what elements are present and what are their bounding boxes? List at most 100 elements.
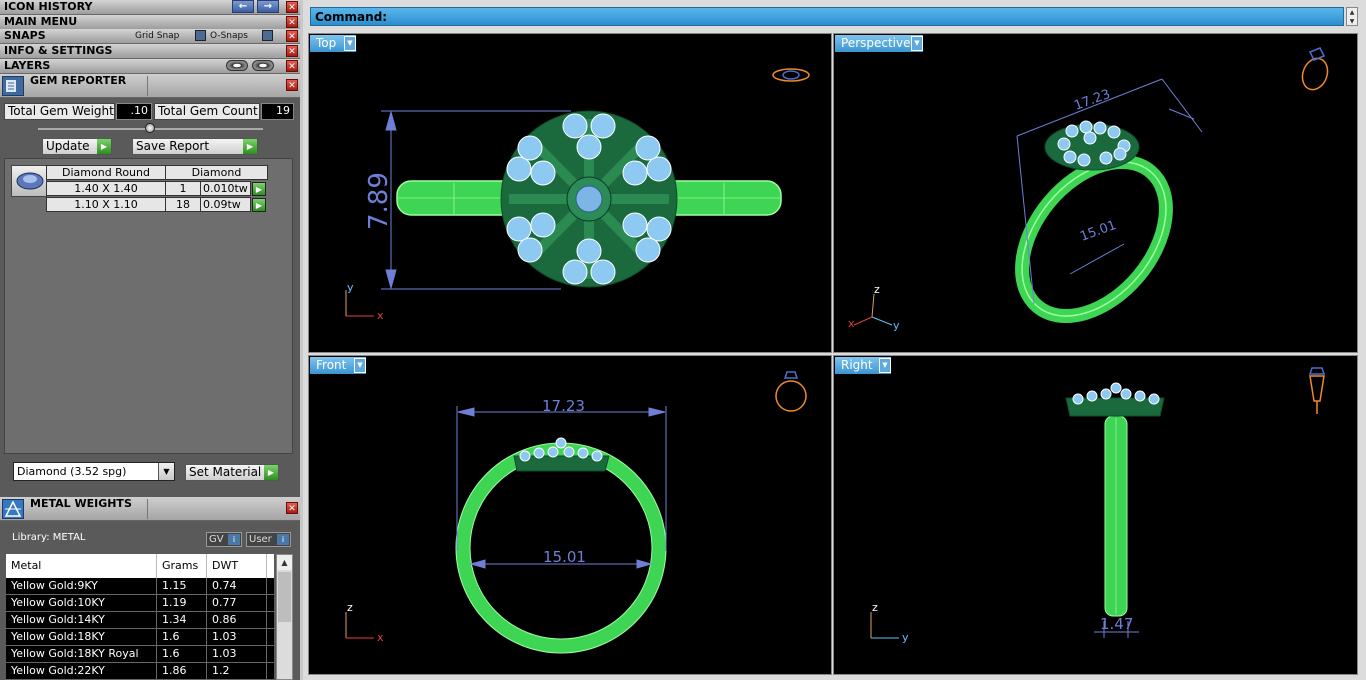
chevron-down-icon[interactable]: ▼ xyxy=(344,36,356,51)
perspective-viewport-label: Perspective xyxy=(841,36,911,50)
icon-history-title: ICON HISTORY xyxy=(4,0,93,13)
viewport-area: Command: ▲ ▼ 7.89 y x Top ▼ 17.23 15.01 … xyxy=(303,0,1366,680)
play-icon: ▶ xyxy=(97,139,111,154)
grams-cell: 1.34 xyxy=(157,612,207,629)
table-row[interactable]: Yellow Gold:14KY 1.34 0.86 xyxy=(6,612,274,629)
scroll-thumb[interactable] xyxy=(278,572,291,622)
metal-weights-title: METAL WEIGHTS xyxy=(30,497,132,510)
grams-column-header[interactable]: Grams xyxy=(157,554,207,578)
axis-y-label: y xyxy=(893,319,900,332)
close-icon[interactable]: ✕ xyxy=(286,16,298,28)
right-viewport[interactable]: 1.47 z y Right ▼ xyxy=(833,355,1358,675)
axis-z-label: z xyxy=(347,601,353,614)
total-gem-count-value: 19 xyxy=(261,103,294,120)
grams-cell: 1.6 xyxy=(157,646,207,663)
front-view-nav-icon xyxy=(775,371,807,412)
dwt-cell: 1.2 xyxy=(207,663,267,680)
save-report-button[interactable]: Save Report ▶ xyxy=(132,138,258,155)
right-viewport-tab[interactable]: Right ▼ xyxy=(835,357,891,374)
user-button-label: User xyxy=(249,534,272,545)
total-gem-weight-label: Total Gem Weight xyxy=(4,103,115,120)
top-viewport[interactable]: 7.89 y x Top ▼ xyxy=(308,33,832,353)
chevron-down-icon[interactable]: ▼ xyxy=(354,358,366,373)
back-arrow-icon[interactable]: ← xyxy=(232,0,254,13)
top-viewport-tab[interactable]: Top ▼ xyxy=(310,35,356,52)
gem-count-cell: 18 xyxy=(165,197,201,212)
layers-bar[interactable]: LAYERS ✕ xyxy=(0,59,300,74)
info-icon: i xyxy=(228,534,240,545)
save-report-button-label: Save Report xyxy=(136,139,210,153)
table-row[interactable]: Yellow Gold:22KY 1.86 1.2 xyxy=(6,663,274,680)
main-menu-bar[interactable]: MAIN MENU ✕ xyxy=(0,15,300,30)
gem-size-cell: 1.10 X 1.10 xyxy=(46,197,166,212)
metal-weights-header: METAL WEIGHTS ✕ xyxy=(0,497,300,521)
metal-name-cell: Yellow Gold:9KY xyxy=(6,578,157,595)
right-thickness-dimension: 1.47 xyxy=(1100,615,1133,633)
table-row[interactable]: Yellow Gold:9KY 1.15 0.74 xyxy=(6,578,274,595)
scroll-up-icon[interactable]: ▲ xyxy=(277,555,292,570)
o-snaps-toggle[interactable] xyxy=(262,30,273,41)
gv-button[interactable]: GV i xyxy=(206,532,242,547)
forward-arrow-icon[interactable]: → xyxy=(257,0,279,13)
close-icon[interactable]: ✕ xyxy=(286,60,298,72)
eye-icon[interactable] xyxy=(252,60,274,71)
front-viewport-tab[interactable]: Front ▼ xyxy=(310,357,366,374)
app-window: ICON HISTORY ← → ✕ MAIN MENU ✕ SNAPS Gri… xyxy=(0,0,1366,680)
close-icon[interactable]: ✕ xyxy=(286,30,298,42)
front-diameter-dimension: 15.01 xyxy=(543,548,586,566)
command-scroll[interactable]: ▲ ▼ xyxy=(1346,7,1358,26)
table-row[interactable]: Yellow Gold:18KY 1.6 1.03 xyxy=(6,629,274,646)
scale-icon xyxy=(2,499,24,519)
axis-z-label: z xyxy=(874,283,880,296)
table-scrollbar[interactable]: ▲ xyxy=(276,554,293,680)
grid-snap-label[interactable]: Grid Snap xyxy=(135,29,179,43)
close-icon[interactable]: ✕ xyxy=(286,79,298,91)
main-menu-title: MAIN MENU xyxy=(4,15,78,28)
metal-column-header[interactable]: Metal xyxy=(6,554,157,578)
close-icon[interactable]: ✕ xyxy=(286,1,298,13)
play-icon[interactable]: ▶ xyxy=(252,198,266,212)
play-icon[interactable]: ▶ xyxy=(252,182,266,196)
gem-type-header: Diamond Round xyxy=(46,165,166,180)
grid-snap-toggle[interactable] xyxy=(195,30,206,41)
table-row[interactable]: Yellow Gold:18KY Royal 1.6 1.03 xyxy=(6,646,274,663)
snaps-bar[interactable]: SNAPS Grid Snap O-Snaps ✕ xyxy=(0,29,300,44)
table-row[interactable]: Yellow Gold:10KY 1.19 0.77 xyxy=(6,595,274,612)
perspective-viewport-tab[interactable]: Perspective ▼ xyxy=(835,35,923,52)
update-button[interactable]: Update ▶ xyxy=(42,138,112,155)
axis-x-label: x xyxy=(848,317,855,330)
grams-cell: 1.19 xyxy=(157,595,207,612)
grams-cell: 1.6 xyxy=(157,629,207,646)
metal-name-cell: Yellow Gold:22KY xyxy=(6,663,157,680)
gem-count-cell: 1 xyxy=(165,181,201,196)
perspective-viewport[interactable]: 17.23 15.01 z y x Perspective ▼ xyxy=(833,33,1358,353)
gem-material-header: Diamond xyxy=(165,165,268,180)
user-button[interactable]: User i xyxy=(246,532,291,547)
chevron-down-icon[interactable]: ▼ xyxy=(879,358,891,373)
metal-weights-table: Metal Grams DWT Yellow Gold:9KY 1.15 0.7… xyxy=(6,554,274,680)
metal-name-cell: Yellow Gold:18KY xyxy=(6,629,157,646)
axis-y-label: y xyxy=(347,281,354,294)
o-snaps-label[interactable]: O-Snaps xyxy=(210,29,248,43)
icon-history-bar[interactable]: ICON HISTORY ← → ✕ xyxy=(0,0,300,15)
snaps-title: SNAPS xyxy=(4,29,46,42)
diamond-round-icon[interactable] xyxy=(11,165,47,197)
close-icon[interactable]: ✕ xyxy=(286,45,298,57)
command-bar[interactable]: Command: xyxy=(310,7,1344,26)
gem-reporter-icon xyxy=(2,76,24,96)
front-viewport-label: Front xyxy=(316,358,347,372)
total-gem-count-label: Total Gem Count xyxy=(154,103,260,120)
material-select[interactable]: Diamond (3.52 spg) ▼ xyxy=(13,462,175,481)
info-settings-title: INFO & SETTINGS xyxy=(4,44,113,57)
chevron-down-icon[interactable]: ▼ xyxy=(911,36,923,51)
chevron-down-icon[interactable]: ▼ xyxy=(158,463,174,480)
dwt-cell: 1.03 xyxy=(207,629,267,646)
dwt-column-header[interactable]: DWT xyxy=(207,554,267,578)
gem-size-cell: 1.40 X 1.40 xyxy=(46,181,166,196)
close-icon[interactable]: ✕ xyxy=(286,502,298,514)
set-material-button[interactable]: Set Material ▶ xyxy=(185,464,279,481)
front-viewport[interactable]: 17.23 15.01 z x Front ▼ xyxy=(308,355,832,675)
layer-shade-icon[interactable] xyxy=(226,60,248,71)
slider-handle[interactable] xyxy=(145,123,155,133)
info-settings-bar[interactable]: INFO & SETTINGS ✕ xyxy=(0,44,300,59)
